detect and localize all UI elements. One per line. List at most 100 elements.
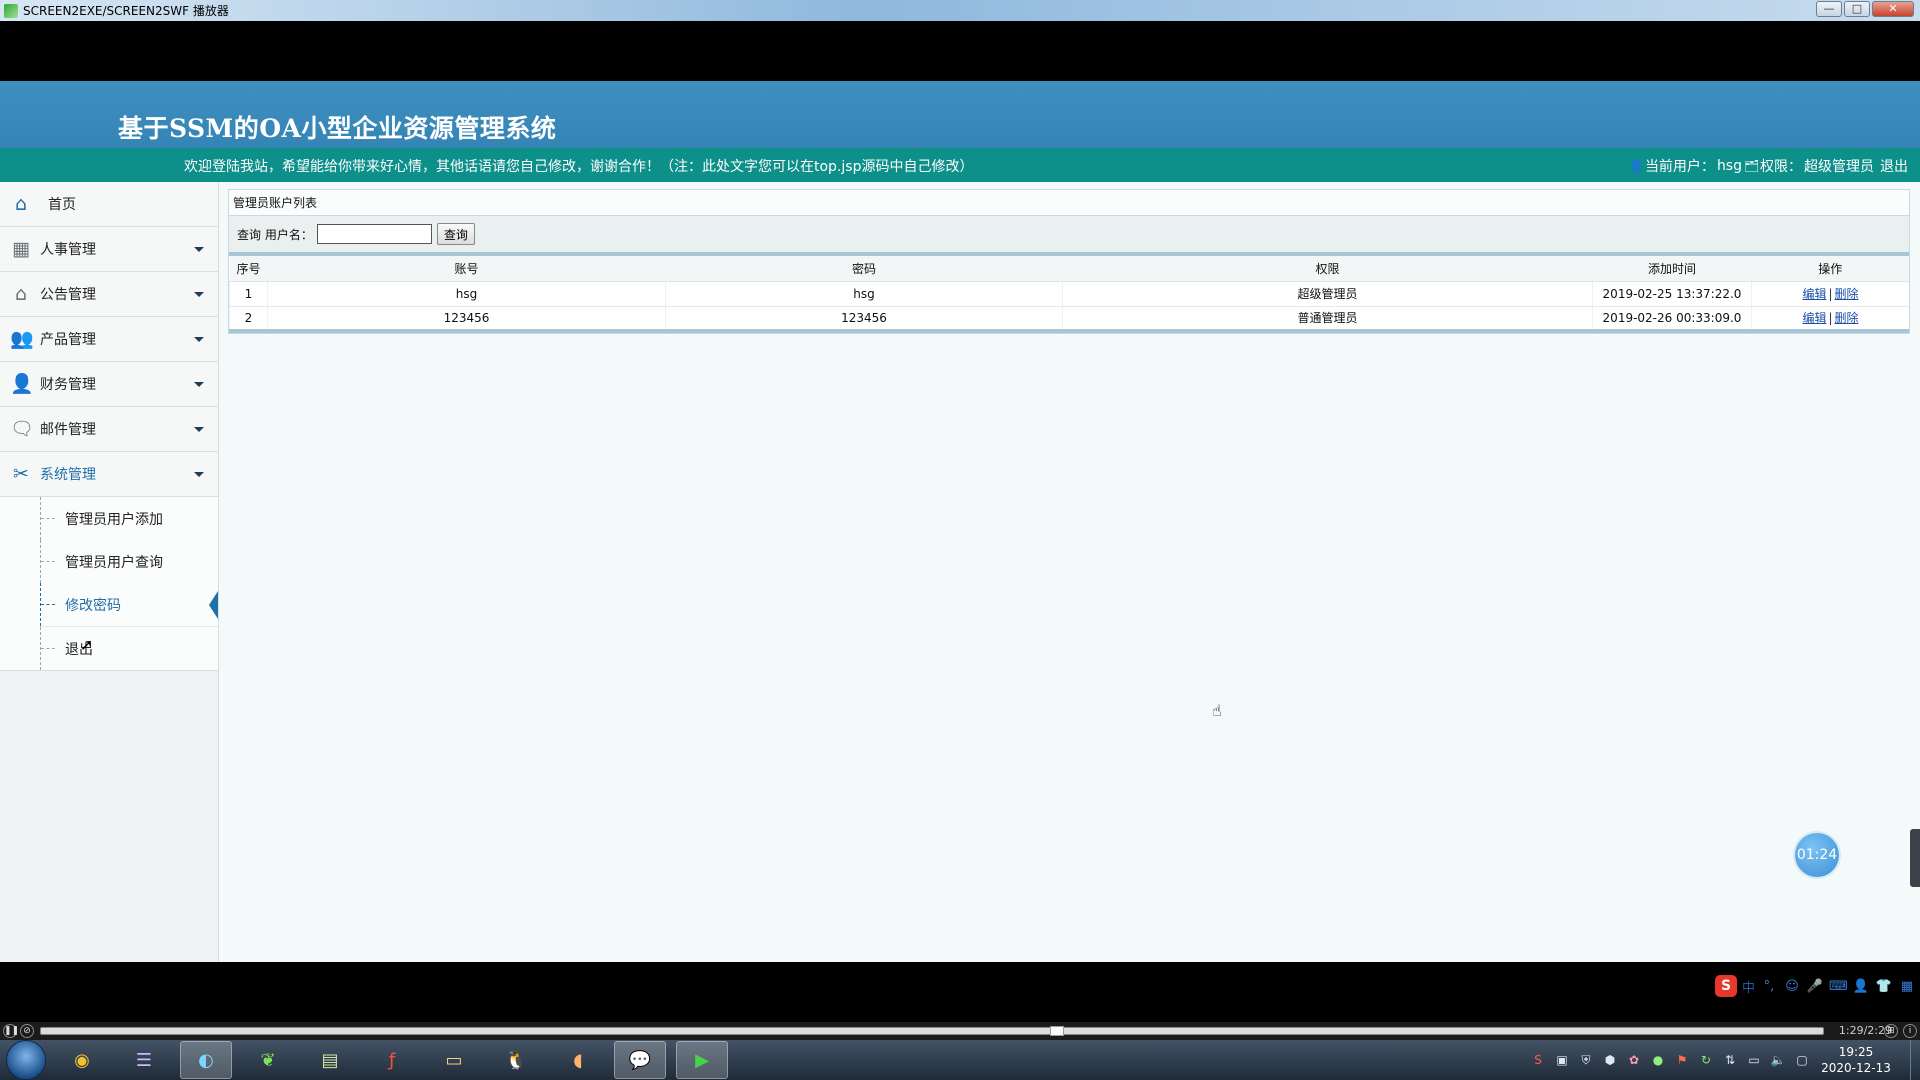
cell-password: 123456 [665,306,1063,332]
username-search-input[interactable] [316,224,432,244]
chevron-down-icon [194,337,204,342]
column-header: 添加时间 [1592,256,1752,282]
sogou-logo-icon[interactable]: S [1714,975,1737,997]
folder-icon[interactable]: ▭ [428,1041,480,1079]
chevron-down-icon [194,382,204,387]
sidebar-item-label: 邮件管理 [40,422,96,438]
submenu-item-add-admin[interactable]: 管理员用户添加 [0,497,218,540]
main-content: 管理员账户列表 查询 用户名： 查询 序号 账号 密码 权限 添加时间 操作 1… [228,189,1910,334]
close-button[interactable]: ✕ [1872,1,1914,17]
edit-link[interactable]: 编辑 [1802,311,1826,325]
pause-icon[interactable]: ❚❚ [3,1024,19,1038]
sidebar-item-label: 财务管理 [40,377,96,393]
flag-icon[interactable]: ⚑ [1673,1051,1691,1069]
punctuation-icon[interactable]: °, [1760,979,1778,994]
submenu-item-label: 管理员用户添加 [65,511,163,528]
chart-app-icon[interactable]: ▤ [304,1041,356,1079]
chevron-down-icon [194,292,204,297]
sidebar-item-finance[interactable]: 👤 财务管理 [0,362,218,407]
sidebar-item-home[interactable]: ⌂ 首页 [0,182,218,227]
delete-link[interactable]: 删除 [1835,311,1859,325]
keyboard-icon[interactable]: ⌨ [1829,979,1848,994]
sidebar-item-label: 首页 [48,197,76,213]
system-submenu: 管理员用户添加 管理员用户查询 修改密码 退出 [0,497,218,671]
app-icon [4,3,18,18]
progress-track[interactable] [40,1026,1824,1036]
stop-icon[interactable]: ⊘ [20,1024,34,1038]
display-icon[interactable]: ▢ [1793,1051,1811,1069]
submenu-item-change-password[interactable]: 修改密码 [0,583,218,626]
user-icon[interactable]: 👤 [1852,979,1870,994]
volume-icon[interactable]: 🔈 [1769,1051,1787,1069]
sidebar-item-notices[interactable]: ⌂ 公告管理 [0,272,218,317]
column-header: 操作 [1751,256,1909,282]
microphone-icon[interactable]: 🎤 [1806,979,1824,994]
shield-icon[interactable]: ⛨ [1577,1051,1595,1069]
security-icon[interactable]: ⬢ [1601,1051,1619,1069]
info-bar: 欢迎登陆我站，希望能给你带来好心情，其他话语请您自己修改，谢谢合作！（注：此处文… [0,148,1920,182]
chrome-icon[interactable]: ◉ [56,1041,108,1079]
eclipse-icon[interactable]: ☰ [118,1041,170,1079]
emoji-icon[interactable]: ☺ [1783,979,1801,994]
cell-added-time: 2019-02-26 00:33:09.0 [1592,306,1752,332]
admin-table: 序号 账号 密码 权限 添加时间 操作 1 hsg hsg 超级管理员 2019 [229,256,1909,333]
audio-app-icon[interactable]: ◖ [552,1041,604,1079]
sidebar-item-products[interactable]: 👥 产品管理 [0,317,218,362]
admin-list-panel: 管理员账户列表 查询 用户名： 查询 序号 账号 密码 权限 添加时间 操作 1… [228,189,1910,334]
sidebar-item-hr[interactable]: ▦ 人事管理 [0,227,218,272]
browser-icon[interactable]: ◐ [180,1041,232,1079]
chevron-down-icon [194,472,204,477]
welcome-text: 欢迎登陆我站，希望能给你带来好心情，其他话语请您自己修改，谢谢合作！（注：此处文… [184,159,974,175]
search-button[interactable]: 查询 [436,223,475,245]
leaf-app-icon[interactable]: ❦ [242,1041,294,1079]
progress-thumb[interactable] [1050,1026,1064,1036]
player-app-icon[interactable]: ▶ [676,1041,728,1079]
flower-icon[interactable]: ✿ [1625,1051,1643,1069]
system-tray: S ▣ ⛨ ⬢ ✿ ● ⚑ ↻ ⇅ ▭ 🔈 ▢ 19:25 2020-12-13 [1526,1040,1920,1080]
network-icon[interactable]: ⇅ [1721,1051,1739,1069]
recording-timer-badge[interactable]: 01:24 [1795,833,1839,877]
chevron-down-icon [194,247,204,252]
wechat-icon[interactable]: 💬 [614,1041,666,1079]
cell-role: 普通管理员 [1062,306,1593,332]
sync-icon[interactable]: ↻ [1697,1051,1715,1069]
table-header-row: 序号 账号 密码 权限 添加时间 操作 [229,256,1909,282]
qq-icon[interactable]: 🐧 [490,1041,542,1079]
skin-icon[interactable]: 👕 [1875,979,1893,994]
role-label: 权限： [1760,159,1802,175]
maximize-button[interactable]: □ [1844,1,1870,17]
cell-actions: 编辑 | 删除 [1751,281,1909,307]
flash-icon[interactable]: ƒ [366,1041,418,1079]
sogou-tray-icon[interactable]: S [1529,1051,1547,1069]
logout-link[interactable]: 退出 [1880,156,1908,176]
minimize-button[interactable]: — [1816,1,1842,17]
side-handle[interactable] [1910,829,1920,887]
cell-account: hsg [267,281,666,307]
arrow-cursor-icon: ➚ [80,635,94,654]
system-title: 基于SSM的OA小型企业资源管理系统 [118,114,557,143]
ime-mode[interactable]: 中 [1742,977,1755,996]
panel-title: 管理员账户列表 [229,190,1909,216]
table-row: 2 123456 123456 普通管理员 2019-02-26 00:33:0… [229,306,1909,332]
toolbox-icon[interactable]: ▦ [1898,979,1916,994]
delete-link[interactable]: 删除 [1835,287,1859,301]
sidebar-item-system[interactable]: ✂ 系统管理 [0,452,218,497]
submenu-item-logout[interactable]: 退出 [0,627,218,670]
edit-link[interactable]: 编辑 [1802,287,1826,301]
fullscreen-icon[interactable]: ⊞ [1884,1024,1898,1038]
chat-icon: 🗨 [10,418,35,440]
active-marker [209,591,218,619]
clock[interactable]: 19:25 2020-12-13 [1814,1044,1898,1076]
wechat-tray-icon[interactable]: ● [1649,1051,1667,1069]
ime-tray-icon[interactable]: ▣ [1553,1051,1571,1069]
info-icon[interactable]: i [1903,1024,1917,1038]
show-desktop-button[interactable] [1910,1040,1920,1080]
cell-index: 2 [229,306,268,332]
start-button[interactable] [6,1040,46,1080]
battery-icon[interactable]: ▭ [1745,1051,1763,1069]
submenu-item-query-admin[interactable]: 管理员用户查询 [0,540,218,583]
clock-time: 19:25 [1838,1045,1874,1059]
sidebar-item-mail[interactable]: 🗨 邮件管理 [0,407,218,452]
cell-actions: 编辑 | 删除 [1751,306,1909,332]
house-icon: ⌂ [14,283,28,305]
